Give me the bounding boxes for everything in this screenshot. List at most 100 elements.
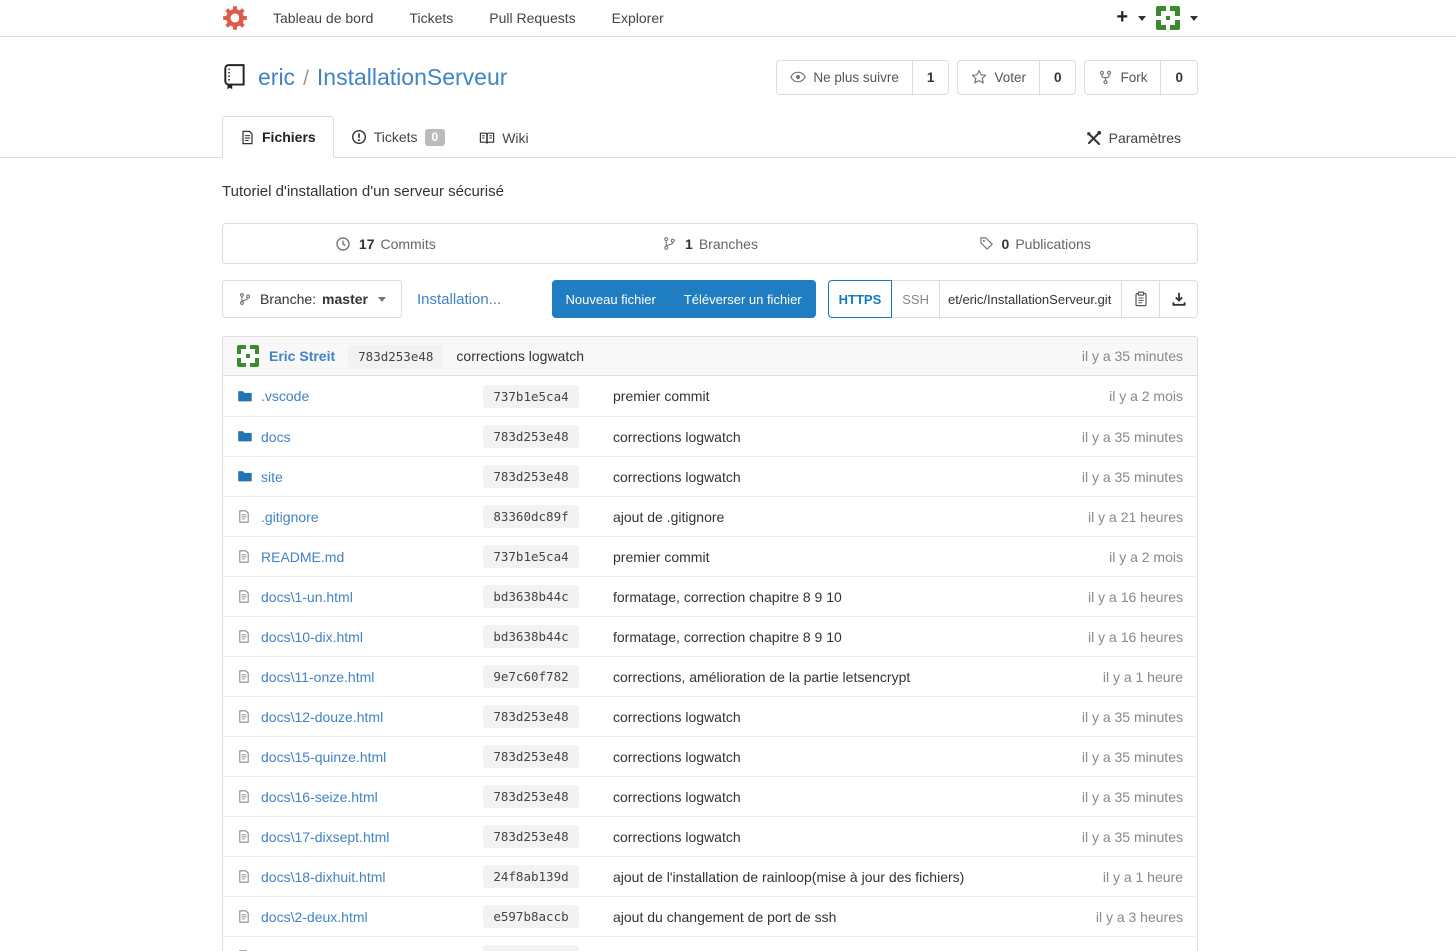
commit-author-link[interactable]: Eric Streit [269,348,335,364]
unwatch-button[interactable]: Ne plus suivre [777,61,912,94]
file-link[interactable]: docs\18-dixhuit.html [261,869,461,885]
file-commit-message-link[interactable]: premier commit [601,549,1003,565]
file-commit-message-link[interactable]: ajout du changement de port de ssh [601,909,1003,925]
branch-caret-icon [378,297,386,302]
file-link[interactable]: docs\2-deux.html [261,909,461,925]
file-table: Eric Streit 783d253e48 corrections logwa… [222,336,1198,951]
table-row: docs\11-onze.html 9e7c60f782 corrections… [223,656,1197,696]
tab-files[interactable]: Fichiers [222,116,334,158]
upload-file-button[interactable]: Téléverser un fichier [670,280,816,318]
file-commit-message-link[interactable]: corrections logwatch [601,709,1003,725]
fork-button[interactable]: Fork [1085,61,1160,94]
file-commit-message-link[interactable]: corrections, amélioration de la partie l… [601,669,1003,685]
new-file-button[interactable]: Nouveau fichier [552,280,670,318]
file-commit-hash-badge[interactable]: 83360dc89f [483,505,578,528]
file-commit-message-link[interactable]: formatage, correction chapitre 8 9 10 [601,589,1003,605]
file-commit-hash-badge[interactable]: 24f8ab139d [483,865,578,888]
file-link[interactable]: docs\10-dix.html [261,629,461,645]
file-link[interactable]: docs\15-quinze.html [261,749,461,765]
commit-hash-badge[interactable]: 783d253e48 [348,345,443,368]
table-row: docs\17-dixsept.html 783d253e48 correcti… [223,816,1197,856]
star-count[interactable]: 0 [1039,61,1076,94]
download-icon [1171,291,1187,307]
file-commit-message-link[interactable]: ajout de l'installation de rainloop(mise… [601,869,1003,885]
file-commit-hash-badge[interactable]: 783d253e48 [483,705,578,728]
file-commit-hash-badge[interactable]: bd3638b44c [483,585,578,608]
file-updated-time: il y a 16 heures [1003,629,1183,645]
repo-owner-link[interactable]: eric [258,64,295,90]
file-commit-hash-badge[interactable]: 9e7c60f782 [483,665,578,688]
file-icon [240,130,255,145]
table-row: docs\1-un.html bd3638b44c formatage, cor… [223,576,1197,616]
file-commit-hash-badge[interactable]: 737b1e5ca4 [483,545,578,568]
file-link[interactable]: site [261,469,461,485]
branches-stat[interactable]: 1Branches [548,224,873,263]
commit-author-avatar[interactable] [237,345,259,367]
folder-icon [237,389,261,404]
file-updated-time: il y a 1 heure [1003,869,1183,885]
file-link[interactable]: docs\17-dixsept.html [261,829,461,845]
ssh-protocol-button[interactable]: SSH [892,280,940,318]
star-button[interactable]: Voter [958,61,1039,94]
fork-count[interactable]: 0 [1160,61,1197,94]
table-row: docs\15-quinze.html 783d253e48 correctio… [223,736,1197,776]
user-avatar[interactable] [1156,6,1180,30]
file-commit-hash-badge[interactable]: 783d253e48 [483,745,578,768]
table-row: docs\3-trois.html e597b8accb utilisation… [223,936,1197,951]
file-commit-hash-badge[interactable]: 783d253e48 [483,785,578,808]
file-commit-hash-badge[interactable]: e597b8accb [483,905,578,928]
table-row: docs\10-dix.html bd3638b44c formatage, c… [223,616,1197,656]
tab-wiki[interactable]: Wiki [462,118,545,158]
path-breadcrumb-link[interactable]: Installation... [417,291,501,308]
folder-icon [237,429,261,444]
file-commit-message-link[interactable]: ajout de .gitignore [601,509,1003,525]
file-link[interactable]: docs\12-douze.html [261,709,461,725]
nav-tickets[interactable]: Tickets [409,10,453,26]
file-action-buttons: Nouveau fichier Téléverser un fichier [552,280,816,318]
repo-breadcrumb: eric/InstallationServeur [258,64,507,91]
file-link[interactable]: .vscode [261,388,461,404]
download-archive-button[interactable] [1160,280,1198,318]
file-link[interactable]: README.md [261,549,461,565]
file-commit-hash-badge[interactable]: e597b8accb [483,945,578,951]
repo-name-link[interactable]: InstallationServeur [317,64,508,90]
file-link[interactable]: docs [261,429,461,445]
file-commit-message-link[interactable]: corrections logwatch [601,789,1003,805]
branch-selector[interactable]: Branche: master [222,280,402,318]
create-new-button[interactable]: + [1116,7,1128,27]
user-menu-caret-icon[interactable] [1190,16,1198,21]
create-new-caret-icon[interactable] [1138,16,1146,21]
file-commit-hash-badge[interactable]: bd3638b44c [483,625,578,648]
https-protocol-button[interactable]: HTTPS [828,280,893,318]
file-commit-message-link[interactable]: formatage, correction chapitre 8 9 10 [601,629,1003,645]
watch-count[interactable]: 1 [912,61,949,94]
commit-message-link[interactable]: corrections logwatch [456,348,584,364]
nav-explorer[interactable]: Explorer [612,10,664,26]
file-commit-hash-badge[interactable]: 783d253e48 [483,465,578,488]
releases-stat[interactable]: 0Publications [872,224,1197,263]
file-link[interactable]: docs\16-seize.html [261,789,461,805]
tab-settings[interactable]: Paramètres [1069,118,1198,158]
nav-pull-requests[interactable]: Pull Requests [489,10,575,26]
tab-tickets[interactable]: Tickets 0 [334,117,463,158]
file-updated-time: il y a 16 heures [1003,589,1183,605]
file-commit-hash-badge[interactable]: 783d253e48 [483,425,578,448]
repo-book-icon [222,63,248,91]
nav-dashboard[interactable]: Tableau de bord [273,10,373,26]
file-commit-message-link[interactable]: corrections logwatch [601,429,1003,445]
commits-stat[interactable]: 17Commits [223,224,548,263]
file-commit-message-link[interactable]: premier commit [601,388,1003,404]
table-row: .vscode 737b1e5ca4 premier commit il y a… [223,376,1197,416]
clone-url-input[interactable] [940,280,1122,318]
file-link[interactable]: .gitignore [261,509,461,525]
file-link[interactable]: docs\11-onze.html [261,669,461,685]
file-commit-message-link[interactable]: corrections logwatch [601,829,1003,845]
file-commit-message-link[interactable]: corrections logwatch [601,469,1003,485]
file-commit-hash-badge[interactable]: 737b1e5ca4 [483,385,578,408]
gogs-logo-icon[interactable] [222,5,248,31]
star-button-group: Voter 0 [957,60,1076,95]
file-commit-message-link[interactable]: corrections logwatch [601,749,1003,765]
file-link[interactable]: docs\1-un.html [261,589,461,605]
file-commit-hash-badge[interactable]: 783d253e48 [483,825,578,848]
copy-clone-url-button[interactable] [1122,280,1160,318]
